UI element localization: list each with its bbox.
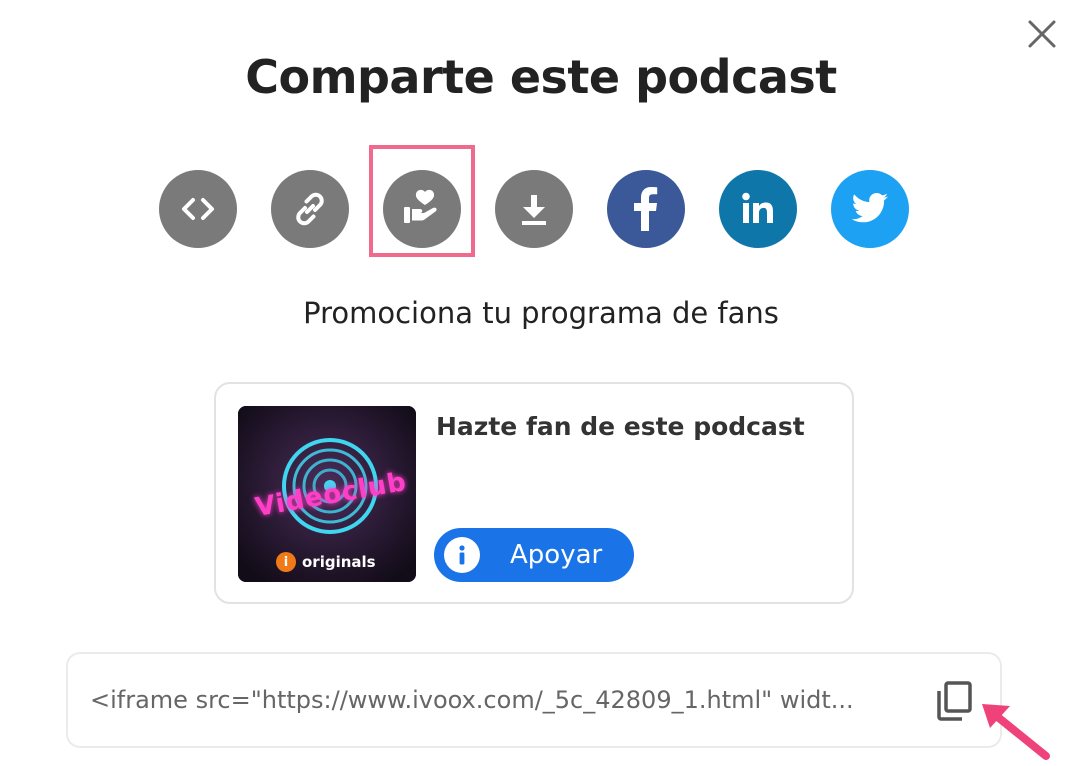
linkedin-icon [742, 192, 773, 223]
link-icon [296, 192, 324, 226]
fan-promo-card: Videoclub i originals Hazte fan de este … [214, 382, 854, 604]
linkedin-button[interactable] [719, 170, 797, 248]
twitter-button[interactable] [831, 170, 909, 248]
facebook-icon [634, 187, 658, 231]
pointer-arrow-icon [982, 704, 1050, 760]
embed-code-text[interactable]: <iframe src="https://www.ivoox.com/_5c_4… [90, 686, 910, 714]
close-icon [1028, 20, 1056, 48]
fan-card-title: Hazte fan de este podcast [436, 412, 805, 441]
close-button[interactable] [1024, 16, 1060, 52]
embed-code-field[interactable]: <iframe src="https://www.ivoox.com/_5c_4… [66, 652, 1002, 748]
share-options [159, 170, 909, 248]
section-subtitle: Promociona tu programa de fans [303, 296, 779, 330]
facebook-button[interactable] [607, 170, 685, 248]
embed-button[interactable] [159, 170, 237, 248]
cover-badge-label: originals [302, 553, 376, 571]
podcast-cover: Videoclub i originals [238, 406, 416, 582]
share-modal: Comparte este podcast Promociona tu prog… [0, 0, 1082, 766]
cover-badge: i originals [276, 552, 376, 572]
support-button-label: Apoyar [510, 540, 603, 570]
download-icon [522, 195, 546, 225]
twitter-icon [851, 193, 888, 223]
selected-option-highlight [369, 145, 475, 257]
copy-button[interactable] [934, 680, 974, 722]
code-icon [182, 198, 214, 220]
info-icon [444, 537, 480, 573]
support-button[interactable]: Apoyar [434, 528, 634, 582]
copy-icon [937, 681, 972, 721]
modal-title: Comparte este podcast [245, 50, 837, 104]
download-button[interactable] [495, 170, 573, 248]
link-button[interactable] [271, 170, 349, 248]
ivoox-logo-icon: i [276, 552, 296, 572]
